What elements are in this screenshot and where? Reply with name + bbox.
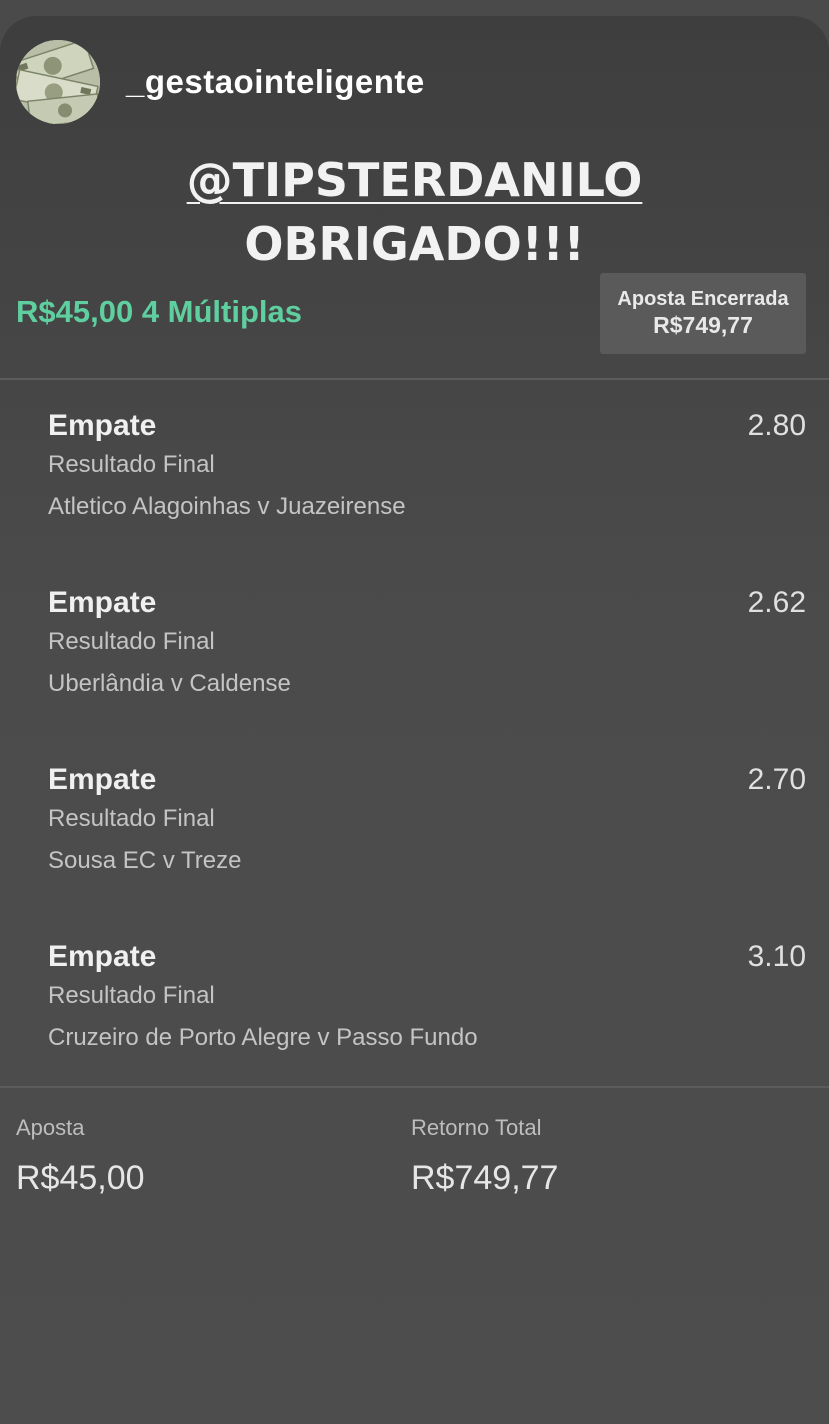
stake-value: R$45,00	[16, 1159, 145, 1197]
stake-label: Aposta	[16, 1115, 85, 1140]
story-header: _gestaointeligente	[16, 40, 425, 124]
money-bills-icon	[16, 40, 100, 124]
selection-outcome: Empate	[48, 763, 157, 796]
selection-item: Empate 2.62 Resultado Final Uberlândia v…	[48, 585, 806, 762]
selection-market: Resultado Final	[48, 628, 215, 655]
selection-odds: 2.70	[747, 763, 806, 796]
status-amount: R$749,77	[653, 312, 753, 338]
mention-link[interactable]: @TIPSTERDANILO	[187, 153, 643, 207]
username[interactable]: _gestaointeligente	[126, 63, 425, 101]
bet-summary: R$45,00 4 Múltiplas	[16, 294, 303, 329]
selection-outcome: Empate	[48, 940, 157, 973]
selection-odds: 2.80	[747, 409, 806, 442]
selection-event: Uberlândia v Caldense	[48, 670, 291, 697]
selection-odds: 2.62	[747, 586, 806, 619]
return-label: Retorno Total	[411, 1115, 542, 1140]
mention-caption: @TIPSTERDANILO	[0, 152, 829, 208]
return-value: R$749,77	[411, 1159, 559, 1197]
selection-market: Resultado Final	[48, 982, 215, 1009]
selection-market: Resultado Final	[48, 805, 215, 832]
selection-outcome: Empate	[48, 586, 157, 619]
selection-list: Empate 2.80 Resultado Final Atletico Ala…	[48, 408, 806, 1116]
avatar[interactable]	[16, 40, 100, 124]
status-label: Aposta Encerrada	[617, 288, 789, 310]
selection-odds: 3.10	[747, 940, 806, 973]
selection-market: Resultado Final	[48, 451, 215, 478]
thanks-caption: OBRIGADO!!!	[244, 217, 585, 271]
return-summary: Retorno Total R$749,77	[411, 1114, 558, 1198]
selection-event: Sousa EC v Treze	[48, 847, 242, 874]
selection-item: Empate 2.80 Resultado Final Atletico Ala…	[48, 408, 806, 585]
selection-event: Atletico Alagoinhas v Juazeirense	[48, 493, 406, 520]
status-badge: Aposta Encerrada R$749,77	[600, 273, 806, 354]
selection-item: Empate 2.70 Resultado Final Sousa EC v T…	[48, 762, 806, 939]
selection-outcome: Empate	[48, 409, 157, 442]
top-divider	[0, 378, 829, 380]
bottom-divider	[0, 1086, 829, 1088]
selection-item: Empate 3.10 Resultado Final Cruzeiro de …	[48, 939, 806, 1116]
selection-event: Cruzeiro de Porto Alegre v Passo Fundo	[48, 1024, 478, 1051]
stake-summary: Aposta R$45,00	[16, 1114, 145, 1198]
